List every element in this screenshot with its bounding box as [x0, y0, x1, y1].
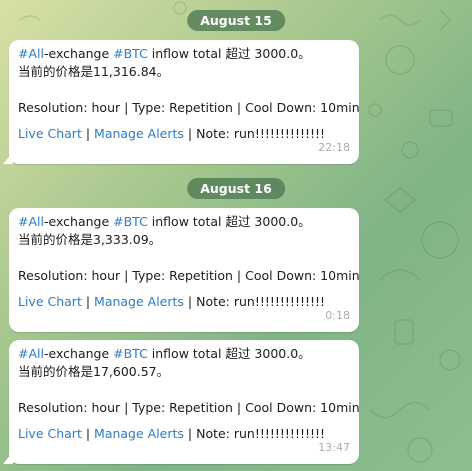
message-timestamp: 22:18 [318, 141, 350, 154]
price-line: 当前的价格是17,600.57。 [18, 364, 170, 379]
message-headline: #All-exchange #BTC inflow total 超过 3000.… [18, 45, 350, 63]
hashtag-btc-link[interactable]: #BTC [113, 346, 148, 361]
note-text: | Note: run!!!!!!!!!!!!!! [183, 426, 326, 441]
hashtag-btc-link[interactable]: #BTC [113, 214, 148, 229]
exchange-text: -exchange [43, 346, 114, 361]
live-chart-link[interactable]: Live Chart [18, 126, 82, 141]
message-bubble[interactable]: #All-exchange #BTC inflow total 超过 3000.… [3, 40, 360, 164]
manage-alerts-link[interactable]: Manage Alerts [94, 426, 184, 441]
message-headline: #All-exchange #BTC inflow total 超过 3000.… [18, 345, 350, 363]
bubble-tail [3, 152, 13, 164]
date-separator: August 15 [187, 10, 285, 31]
inflow-text: inflow total 超过 3000.0。 [147, 46, 311, 61]
resolution-line: Resolution: hour | Type: Repetition | Co… [18, 400, 360, 415]
date-separator: August 16 [187, 178, 285, 199]
exchange-text: -exchange [43, 46, 114, 61]
manage-alerts-link[interactable]: Manage Alerts [94, 126, 184, 141]
live-chart-link[interactable]: Live Chart [18, 426, 82, 441]
link-separator: | [81, 126, 95, 141]
link-separator: | [81, 426, 95, 441]
inflow-text: inflow total 超过 3000.0。 [147, 214, 311, 229]
message-timestamp: 13:47 [318, 441, 350, 454]
link-separator: | [81, 294, 95, 309]
message-bubble[interactable]: #All-exchange #BTC inflow total 超过 3000.… [3, 340, 360, 464]
price-line: 当前的价格是3,333.09。 [18, 232, 162, 247]
bubble-tail [3, 452, 13, 464]
hashtag-all-link[interactable]: #All [18, 214, 44, 229]
message-headline: #All-exchange #BTC inflow total 超过 3000.… [18, 213, 350, 231]
resolution-line: Resolution: hour | Type: Repetition | Co… [18, 268, 360, 283]
message-bubble[interactable]: #All-exchange #BTC inflow total 超过 3000.… [9, 208, 360, 332]
manage-alerts-link[interactable]: Manage Alerts [94, 294, 184, 309]
hashtag-all-link[interactable]: #All [18, 46, 44, 61]
note-text: | Note: run!!!!!!!!!!!!!! [183, 294, 326, 309]
hashtag-all-link[interactable]: #All [18, 346, 44, 361]
inflow-text: inflow total 超过 3000.0。 [147, 346, 311, 361]
message-links: Live Chart | Manage Alerts | Note: run!!… [18, 117, 350, 143]
message-links: Live Chart | Manage Alerts | Note: run!!… [18, 417, 350, 443]
message-links: Live Chart | Manage Alerts | Note: run!!… [18, 285, 350, 311]
message-timestamp: 0:18 [325, 309, 350, 322]
hashtag-btc-link[interactable]: #BTC [113, 46, 148, 61]
exchange-text: -exchange [43, 214, 114, 229]
note-text: | Note: run!!!!!!!!!!!!!! [183, 126, 326, 141]
price-line: 当前的价格是11,316.84。 [18, 64, 170, 79]
live-chart-link[interactable]: Live Chart [18, 294, 82, 309]
resolution-line: Resolution: hour | Type: Repetition | Co… [18, 100, 360, 115]
